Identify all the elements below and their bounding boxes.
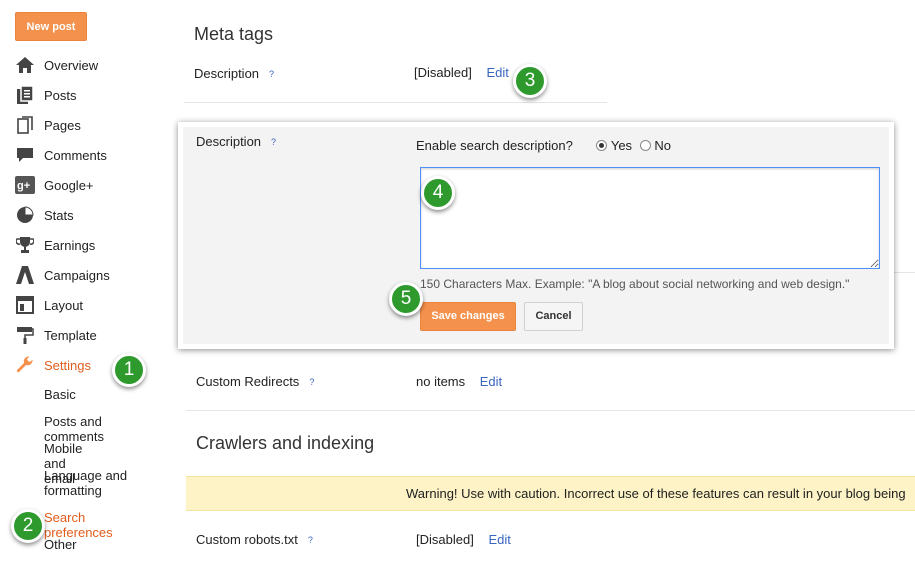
sidebar-item-label: Template: [44, 327, 97, 343]
home-icon: [15, 55, 35, 75]
sidebar-item-pages[interactable]: Pages: [15, 114, 81, 136]
sidebar-item-label: Pages: [44, 117, 81, 133]
save-changes-button[interactable]: Save changes: [420, 302, 516, 331]
sidebar-item-label: Overview: [44, 57, 99, 73]
robots-status: [Disabled]: [416, 532, 474, 547]
radio-no[interactable]: No: [639, 138, 671, 153]
custom-redirects-value: no items: [416, 374, 466, 389]
sidebar-item-label: Posts: [44, 87, 77, 103]
custom-redirects-label: Custom Redirects: [196, 374, 300, 389]
warning-banner: Warning! Use with caution. Incorrect use…: [186, 476, 915, 511]
callout-badge: 1: [112, 353, 146, 387]
radio-yes-label: Yes: [610, 138, 633, 153]
robots-row-label: Custom robots.txt?: [196, 532, 313, 547]
edit-custom-redirects-link[interactable]: Edit: [480, 374, 502, 389]
trophy-icon: [15, 235, 35, 255]
warning-text: Warning! Use with caution. Incorrect use…: [406, 486, 906, 501]
callout-badge: 2: [11, 509, 45, 543]
wrench-icon: [15, 355, 35, 375]
help-icon[interactable]: ?: [269, 69, 274, 79]
sub-item-search-preferences[interactable]: Search preferences: [44, 510, 113, 540]
custom-redirects-value-row: no items Edit: [416, 374, 502, 389]
meta-tags-title: Meta tags: [194, 24, 274, 44]
pages-icon: [15, 115, 35, 135]
layout-icon: [15, 295, 35, 315]
sub-item-language-and-formatting[interactable]: Language and formatting: [44, 468, 144, 498]
sidebar-item-earnings[interactable]: Earnings: [15, 234, 95, 256]
description-value-row: [Disabled] Edit: [414, 65, 509, 80]
sidebar-item-label: Settings: [44, 357, 91, 373]
sidebar-item-layout[interactable]: Layout: [15, 294, 83, 316]
sidebar-item-stats[interactable]: Stats: [15, 204, 74, 226]
sidebar-item-label: Layout: [44, 297, 84, 313]
pie-chart-icon: [15, 205, 35, 225]
help-icon[interactable]: ?: [271, 137, 276, 147]
crawlers-indexing-title: Crawlers and indexing: [196, 433, 375, 453]
cancel-button[interactable]: Cancel: [524, 302, 583, 331]
radio-no-label: No: [654, 138, 671, 153]
edit-robots-link[interactable]: Edit: [488, 532, 510, 547]
sub-item-posts-and-comments[interactable]: Posts and comments: [44, 414, 104, 444]
help-icon[interactable]: ?: [308, 535, 313, 545]
sidebar-item-settings[interactable]: Settings: [15, 354, 91, 376]
sidebar-item-google-plus[interactable]: g+ Google+: [15, 174, 94, 196]
robots-value-row: [Disabled] Edit: [416, 532, 511, 547]
sidebar-item-campaigns[interactable]: Campaigns: [15, 264, 110, 286]
callout-badge: 5: [389, 282, 423, 316]
sidebar-item-label: Comments: [44, 147, 107, 163]
edit-description-panel: Description? Enable search description? …: [178, 122, 894, 349]
radio-yes-dot[interactable]: [596, 140, 608, 152]
paint-roller-icon: [15, 325, 35, 345]
sidebar-item-posts[interactable]: Posts: [15, 84, 77, 106]
character-limit-hint: 150 Characters Max. Example: "A blog abo…: [420, 277, 850, 291]
google-plus-icon: g+: [15, 175, 35, 195]
description-status: [Disabled]: [414, 65, 472, 80]
panel-description-label: Description: [196, 134, 262, 149]
panel-description-row-label: Description?: [196, 134, 276, 149]
sidebar-item-label: Campaigns: [44, 267, 110, 283]
search-description-textarea[interactable]: [420, 167, 880, 269]
sidebar-item-template[interactable]: Template: [15, 324, 97, 346]
sidebar-item-comments[interactable]: Comments: [15, 144, 107, 166]
robots-label: Custom robots.txt: [196, 532, 298, 547]
radio-no-dot[interactable]: [639, 140, 651, 152]
edit-description-link[interactable]: Edit: [486, 65, 508, 80]
divider: [184, 102, 607, 103]
new-post-button[interactable]: New post: [15, 12, 87, 41]
sub-item-basic[interactable]: Basic: [44, 387, 76, 402]
callout-badge: 3: [513, 64, 547, 98]
divider: [186, 410, 915, 411]
enable-question-label: Enable search description?: [416, 138, 573, 153]
sidebar-item-label: Google+: [44, 177, 94, 193]
campaigns-icon: [15, 265, 35, 285]
enable-search-description-row: Enable search description? Yes No: [416, 138, 671, 153]
posts-icon: [15, 85, 35, 105]
description-row-label: Description?: [194, 66, 274, 81]
help-icon[interactable]: ?: [309, 377, 314, 387]
comment-icon: [15, 145, 35, 165]
callout-badge: 4: [421, 176, 455, 210]
sidebar-item-label: Stats: [44, 207, 74, 223]
custom-redirects-row-label: Custom Redirects?: [196, 374, 314, 389]
sidebar-item-label: Earnings: [44, 237, 96, 253]
sidebar-item-overview[interactable]: Overview: [15, 54, 98, 76]
svg-text:g+: g+: [17, 180, 30, 192]
description-label: Description: [194, 66, 260, 81]
radio-yes[interactable]: Yes: [596, 138, 632, 153]
sub-item-other[interactable]: Other: [44, 537, 77, 552]
